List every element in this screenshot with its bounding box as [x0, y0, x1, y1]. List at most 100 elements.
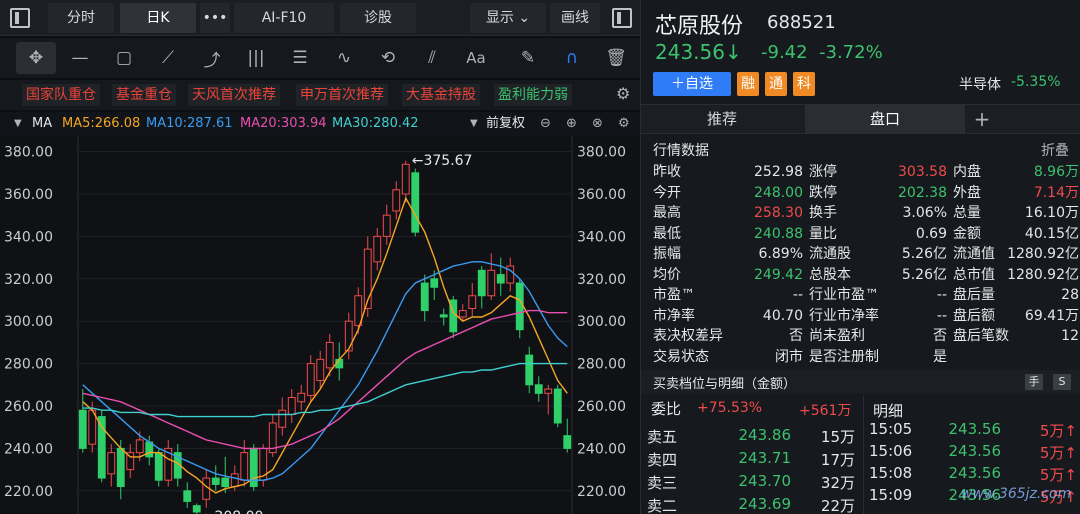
low-annotation: ←208.00: [203, 509, 264, 514]
rectangle-tool-icon[interactable]: ▢: [104, 42, 144, 74]
add-tab-button[interactable]: +: [967, 105, 997, 133]
y-tick-label-right: 360.00: [577, 187, 626, 203]
minus-circle-icon[interactable]: ⊖: [540, 112, 551, 136]
panel-toggle-icon[interactable]: [612, 8, 632, 28]
wave-tool-icon[interactable]: ∿: [324, 42, 364, 74]
more-button[interactable]: •••: [200, 3, 230, 33]
eraser-icon[interactable]: ✎: [508, 42, 548, 74]
candlestick-chart[interactable]: 380.00 380.00 360.00 360.00 340.00 340.00 320.…: [0, 136, 640, 514]
quote-label: 外盘: [953, 184, 981, 201]
candle-body: [306, 363, 315, 396]
tick-volume: 5万↑: [1039, 466, 1077, 484]
candle-body: [458, 310, 467, 318]
quote-value: 252.98: [754, 164, 803, 180]
ask-price: 243.70: [738, 472, 792, 490]
unit-s-button[interactable]: S: [1053, 374, 1071, 390]
quote-row: 均价 249.42 总股本 5.26亿 总市值 1280.92亿: [653, 265, 1080, 285]
y-tick-label-right: 320.00: [577, 272, 626, 288]
tab-daily-k[interactable]: 日K: [120, 3, 196, 33]
adjust-chevron-icon[interactable]: ▼: [470, 112, 478, 136]
quote-value: 5.26亿: [901, 246, 947, 262]
magnet-icon[interactable]: ∩: [552, 42, 592, 74]
candle-body: [135, 439, 144, 454]
close-circle-icon[interactable]: ⊗: [592, 112, 603, 136]
candle-body: [496, 274, 505, 284]
bars-tool-icon[interactable]: |||: [236, 42, 276, 74]
line-tool-icon[interactable]: —: [60, 42, 100, 74]
trash-icon[interactable]: 🗑: [596, 42, 636, 74]
candle-body: [401, 163, 410, 195]
text-tool-icon[interactable]: Aa: [456, 42, 496, 74]
candle-body: [439, 314, 448, 318]
tag-national-team[interactable]: 国家队重仓: [22, 84, 100, 106]
collapse-chevron-icon[interactable]: ▼: [14, 112, 22, 136]
unit-hand-button[interactable]: 手: [1025, 374, 1043, 390]
stock-code: 688521: [767, 12, 836, 33]
tick-time: 15:05: [869, 420, 913, 438]
tab-recommend[interactable]: 推荐: [641, 105, 803, 133]
quote-label: 换手: [809, 205, 837, 221]
tick-price: 243.56: [948, 420, 1002, 438]
candle-body: [78, 409, 87, 449]
stock-price: 243.56↓: [655, 40, 742, 64]
quote-label: 跌停: [809, 184, 837, 201]
candle-body: [525, 354, 534, 386]
quote-label: 流通股: [809, 246, 851, 262]
settings-gear-icon[interactable]: ⚙: [618, 112, 630, 136]
quote-value: 258.30: [754, 205, 803, 221]
tag-weak-profit[interactable]: 盈利能力弱: [494, 84, 572, 106]
ma-label[interactable]: MA: [32, 112, 52, 136]
cycle-tool-icon[interactable]: ⟲: [368, 42, 408, 74]
tab-intraday[interactable]: 分时: [48, 3, 114, 33]
tag-tianfeng[interactable]: 天风首次推荐: [188, 84, 280, 106]
levels-tool-icon[interactable]: ☰: [280, 42, 320, 74]
sector-name[interactable]: 半导体: [959, 74, 1001, 94]
tab-diagnose[interactable]: 诊股: [340, 3, 416, 33]
ask-price: 243.69: [738, 495, 792, 513]
quote-label: 市净率: [653, 307, 695, 324]
tag-fund-heavy[interactable]: 基金重仓: [112, 84, 176, 106]
tab-orderbook[interactable]: 盘口: [805, 105, 965, 133]
chart-background: [0, 136, 640, 514]
candle-body: [411, 172, 420, 233]
quote-value: 否: [789, 328, 803, 344]
concept-tags: 国家队重仓 基金重仓 天风首次推荐 申万首次推荐 大基金持股 盈利能力弱 ⚙: [0, 80, 640, 110]
y-tick-label-left: 280.00: [4, 357, 53, 373]
pitchfork-tool-icon[interactable]: ⫽: [412, 42, 452, 74]
quote-row: 表决权差异否尚未盈利否盘后笔数 12: [653, 326, 1080, 346]
candle-body: [287, 397, 296, 415]
quote-label: 最高: [653, 205, 681, 221]
tick-price: 243.56: [948, 464, 1002, 482]
y-tick-label-right: 220.00: [577, 484, 626, 500]
quote-value: 闭市: [775, 348, 803, 365]
y-tick-label-left: 320.00: [4, 272, 53, 288]
quote-label: 市盈™: [653, 287, 695, 303]
ma30-value: MA30:280.42: [332, 116, 419, 131]
crosshair-icon[interactable]: ✥: [16, 42, 56, 74]
collapse-button[interactable]: 折叠: [1041, 140, 1069, 160]
adjust-dropdown[interactable]: 前复权: [486, 112, 525, 136]
display-dropdown[interactable]: 显示 ⌄: [470, 3, 546, 33]
candle-body: [534, 384, 543, 394]
fan-tool-icon[interactable]: ⟋: [148, 42, 188, 74]
plus-circle-icon[interactable]: ⊕: [566, 112, 577, 136]
quote-value: 40.70: [762, 307, 803, 324]
quote-value: 16.10万: [1024, 205, 1079, 221]
tick-price: 243.56: [948, 442, 1002, 460]
quote-value: 240.88: [754, 225, 803, 242]
ask-label: 卖三: [647, 474, 678, 492]
tag-big-fund[interactable]: 大基金持股: [402, 84, 480, 106]
tick-volume: 5万↑: [1039, 422, 1077, 440]
sidebar-toggle-icon[interactable]: [10, 8, 30, 28]
ask-label: 卖四: [647, 451, 678, 469]
add-watchlist-button[interactable]: ＋自选: [653, 72, 731, 96]
y-tick-label-left: 380.00: [4, 145, 53, 161]
tag-shenwan[interactable]: 申万首次推荐: [296, 84, 388, 106]
path-tool-icon[interactable]: ⤴: [192, 42, 232, 74]
sector-pct: -5.35%: [1011, 74, 1061, 90]
draw-line-button[interactable]: 画线: [550, 3, 600, 33]
ask-label: 卖二: [647, 497, 678, 514]
tab-ai-f10[interactable]: AI-F10: [234, 3, 334, 33]
y-tick-label-left: 240.00: [4, 441, 53, 457]
gear-icon[interactable]: ⚙: [616, 84, 630, 103]
